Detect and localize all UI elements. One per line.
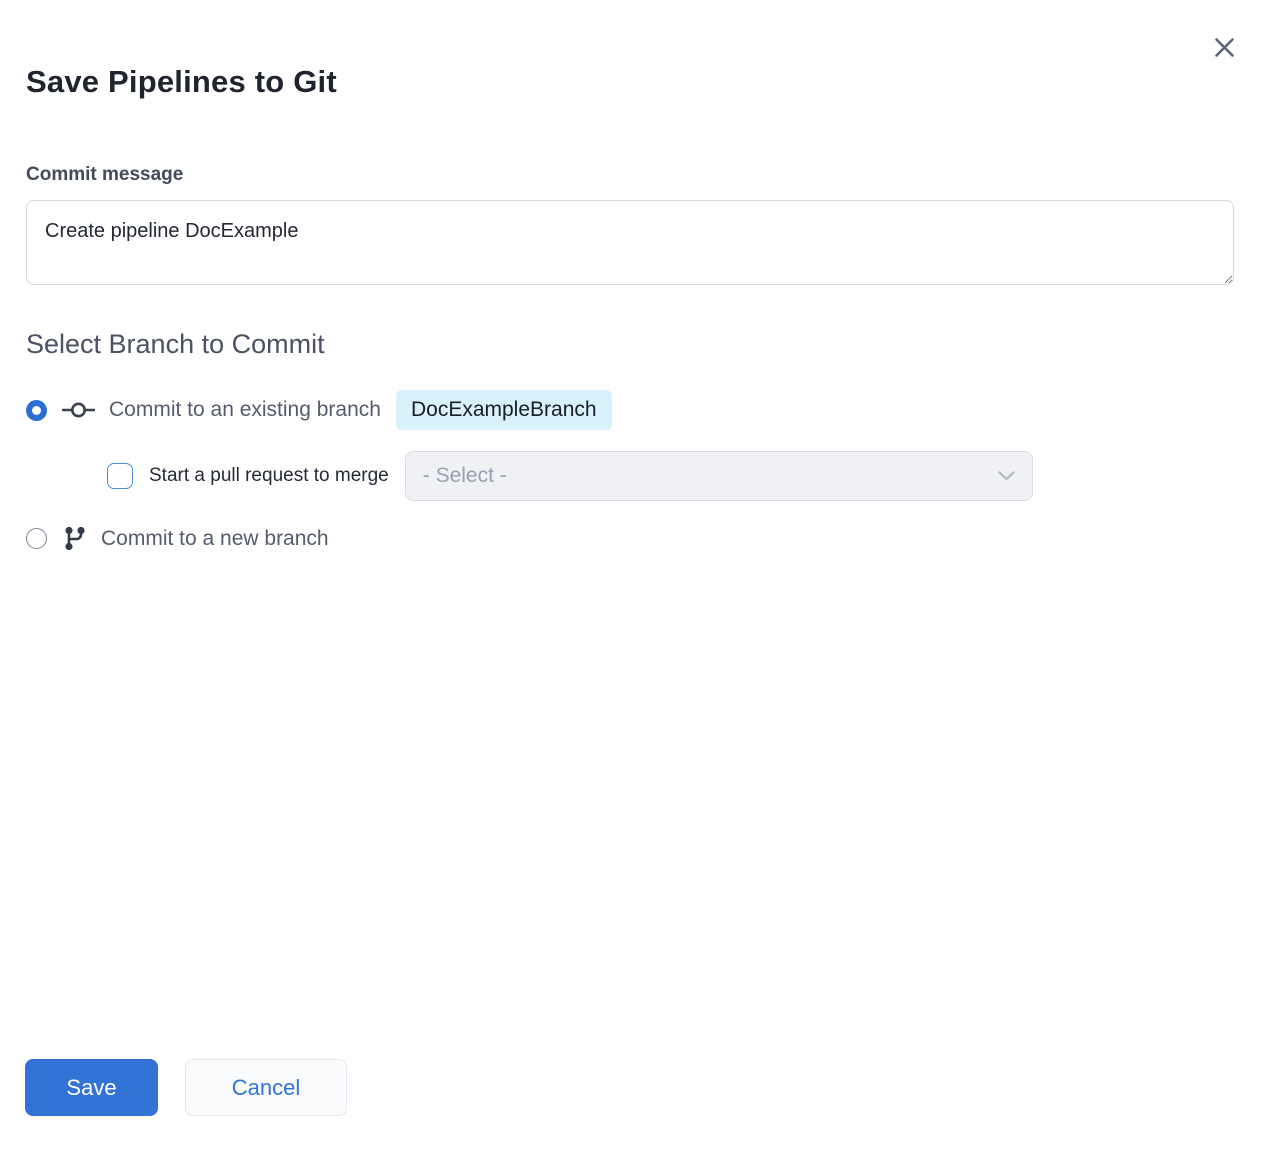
radio-existing-branch[interactable] — [26, 400, 47, 421]
new-branch-label: Commit to a new branch — [101, 527, 329, 551]
pull-request-label: Start a pull request to merge — [149, 465, 389, 487]
close-x-glyph — [1214, 37, 1235, 58]
page-title: Save Pipelines to Git — [26, 64, 1234, 100]
git-branch-icon — [62, 525, 87, 552]
save-pipelines-dialog: Save Pipelines to Git Commit message Cre… — [0, 0, 1265, 1152]
save-button[interactable]: Save — [25, 1059, 158, 1116]
cancel-button[interactable]: Cancel — [185, 1059, 347, 1116]
branch-section-heading: Select Branch to Commit — [26, 329, 1234, 360]
radio-new-branch[interactable] — [26, 528, 47, 549]
commit-message-input[interactable]: Create pipeline DocExample — [26, 200, 1234, 285]
git-commit-icon — [62, 399, 95, 421]
radio-dot — [32, 406, 41, 415]
select-placeholder: - Select - — [423, 464, 507, 488]
pull-request-row: Start a pull request to merge - Select - — [107, 451, 1234, 501]
dialog-footer: Save Cancel — [25, 1059, 347, 1116]
chevron-down-icon — [998, 471, 1015, 481]
existing-branch-label: Commit to an existing branch — [109, 398, 381, 422]
option-commit-existing-branch[interactable]: Commit to an existing branch DocExampleB… — [26, 390, 1234, 430]
option-commit-new-branch[interactable]: Commit to a new branch — [26, 525, 1234, 552]
close-icon[interactable] — [1211, 34, 1237, 60]
pull-request-checkbox[interactable] — [107, 463, 133, 489]
radio-dot — [32, 534, 41, 543]
commit-message-label: Commit message — [26, 164, 1234, 186]
branch-badge: DocExampleBranch — [396, 390, 612, 430]
merge-target-select[interactable]: - Select - — [405, 451, 1033, 501]
